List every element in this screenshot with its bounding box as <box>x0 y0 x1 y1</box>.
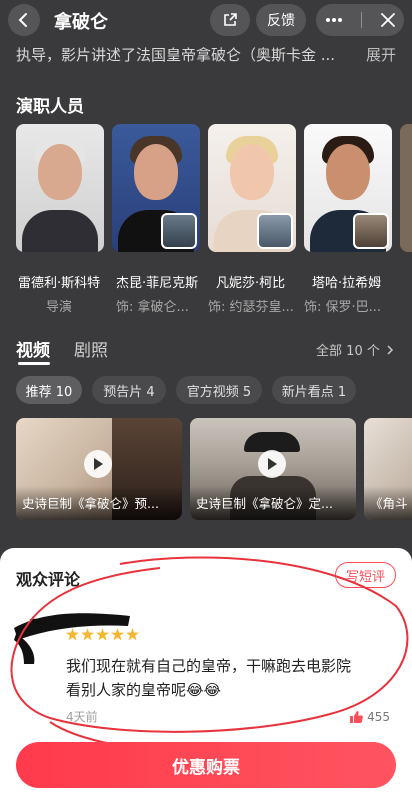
tab-photos[interactable]: 剧照 <box>74 336 108 361</box>
reviews-sheet: 观众评论 写短评 我们现在就有自己的皇帝，干嘛跑去电影院 看别人家的皇帝呢😂😂 … <box>0 548 412 800</box>
video-card[interactable]: 史诗巨制《拿破仑》预... <box>16 418 182 520</box>
cast-name: 凡妮莎·柯比 <box>216 276 286 291</box>
page-title: 拿破仑 <box>54 12 108 33</box>
video-thumbnail-hat <box>244 432 300 452</box>
video-card[interactable]: 《角斗 <box>364 418 412 520</box>
play-button[interactable] <box>84 450 112 478</box>
comment-time: 4天前 <box>66 710 98 724</box>
cast-section-title: 演职人员 <box>16 97 84 117</box>
expand-link[interactable]: 展开 <box>366 44 396 65</box>
comment-line: 看别人家的皇帝呢😂😂 <box>66 681 222 699</box>
view-all-label: 全部 10 个 <box>316 344 380 359</box>
share-icon <box>224 13 237 26</box>
chip-trailers[interactable]: 预告片 4 <box>92 376 166 404</box>
feedback-button[interactable]: 反馈 <box>256 4 306 36</box>
back-button[interactable] <box>8 4 40 36</box>
video-title: 史诗巨制《拿破仑》定... <box>196 496 333 511</box>
cast-role: 饰: 拿破仑... <box>116 300 189 315</box>
cast-card-director[interactable]: 雷德利·斯科特 导演 <box>16 124 104 315</box>
comment-text: 我们现在就有自己的皇帝，干嘛跑去电影院 看别人家的皇帝呢😂😂 <box>66 654 386 702</box>
role-thumbnail <box>257 213 293 249</box>
share-button[interactable] <box>210 4 250 36</box>
cast-card-actor[interactable]: 塔哈·拉希姆 饰: 保罗·巴... <box>304 124 392 315</box>
chevron-right-icon <box>387 345 394 355</box>
synopsis: 执导，影片讲述了法国皇帝拿破仑（奥斯卡金 ... 展开 <box>16 44 396 66</box>
play-button[interactable] <box>258 450 286 478</box>
reviews-title: 观众评论 <box>16 570 81 589</box>
cast-photo <box>16 124 104 252</box>
top-bar: 拿破仑 反馈 <box>0 0 412 40</box>
role-thumbnail <box>353 213 389 249</box>
chip-recommended[interactable]: 推荐 10 <box>16 376 82 404</box>
cast-card-actor[interactable]: 杰昆·菲尼克斯 饰: 拿破仑... <box>112 124 200 315</box>
play-icon <box>94 458 103 470</box>
star-icon <box>96 628 109 641</box>
thumbs-up-icon <box>350 711 363 723</box>
cast-photo <box>304 124 392 252</box>
divider <box>361 12 363 28</box>
write-review-button[interactable]: 写短评 <box>334 562 396 588</box>
play-icon <box>268 458 277 470</box>
role-thumbnail <box>161 213 197 249</box>
more-icon[interactable] <box>325 17 343 23</box>
cast-role: 饰: 约瑟芬皇... <box>208 300 294 315</box>
cast-photo <box>208 124 296 252</box>
video-card[interactable]: 史诗巨制《拿破仑》定... <box>190 418 356 520</box>
video-title: 《角斗 <box>370 496 408 511</box>
buy-tickets-button[interactable]: 优惠购票 <box>16 742 396 788</box>
star-icon <box>81 628 94 641</box>
synopsis-text: 执导，影片讲述了法国皇帝拿破仑（奥斯卡金 ... <box>16 46 336 64</box>
comment-line: 我们现在就有自己的皇帝，干嘛跑去电影院 <box>66 657 352 675</box>
view-all-link[interactable]: 全部 10 个 <box>316 340 394 359</box>
close-icon[interactable] <box>380 13 395 27</box>
cast-photo <box>112 124 200 252</box>
like-button[interactable]: 455 <box>349 710 390 724</box>
back-icon <box>18 13 27 27</box>
cast-name: 塔哈·拉希姆 <box>312 276 382 291</box>
video-title: 史诗巨制《拿破仑》预... <box>22 496 159 511</box>
tab-active-indicator <box>18 362 50 365</box>
star-icon <box>66 628 79 641</box>
chip-official-videos[interactable]: 官方视频 5 <box>176 376 262 404</box>
cast-card-partial[interactable]: 鲁 饰 <box>400 124 412 252</box>
star-icon <box>111 628 124 641</box>
cast-role: 饰: 保罗·巴... <box>304 300 382 315</box>
cast-name: 杰昆·菲尼克斯 <box>116 276 199 291</box>
rating-stars <box>66 628 139 641</box>
cast-name: 雷德利·斯科特 <box>18 276 101 291</box>
like-count: 455 <box>367 710 390 724</box>
star-icon <box>126 628 139 641</box>
chip-new-highlights[interactable]: 新片看点 1 <box>272 376 356 404</box>
cast-card-actress[interactable]: 凡妮莎·柯比 饰: 约瑟芬皇... <box>208 124 296 315</box>
capsule-menu <box>316 4 404 36</box>
cast-photo <box>400 124 412 252</box>
tab-videos[interactable]: 视频 <box>16 336 50 361</box>
